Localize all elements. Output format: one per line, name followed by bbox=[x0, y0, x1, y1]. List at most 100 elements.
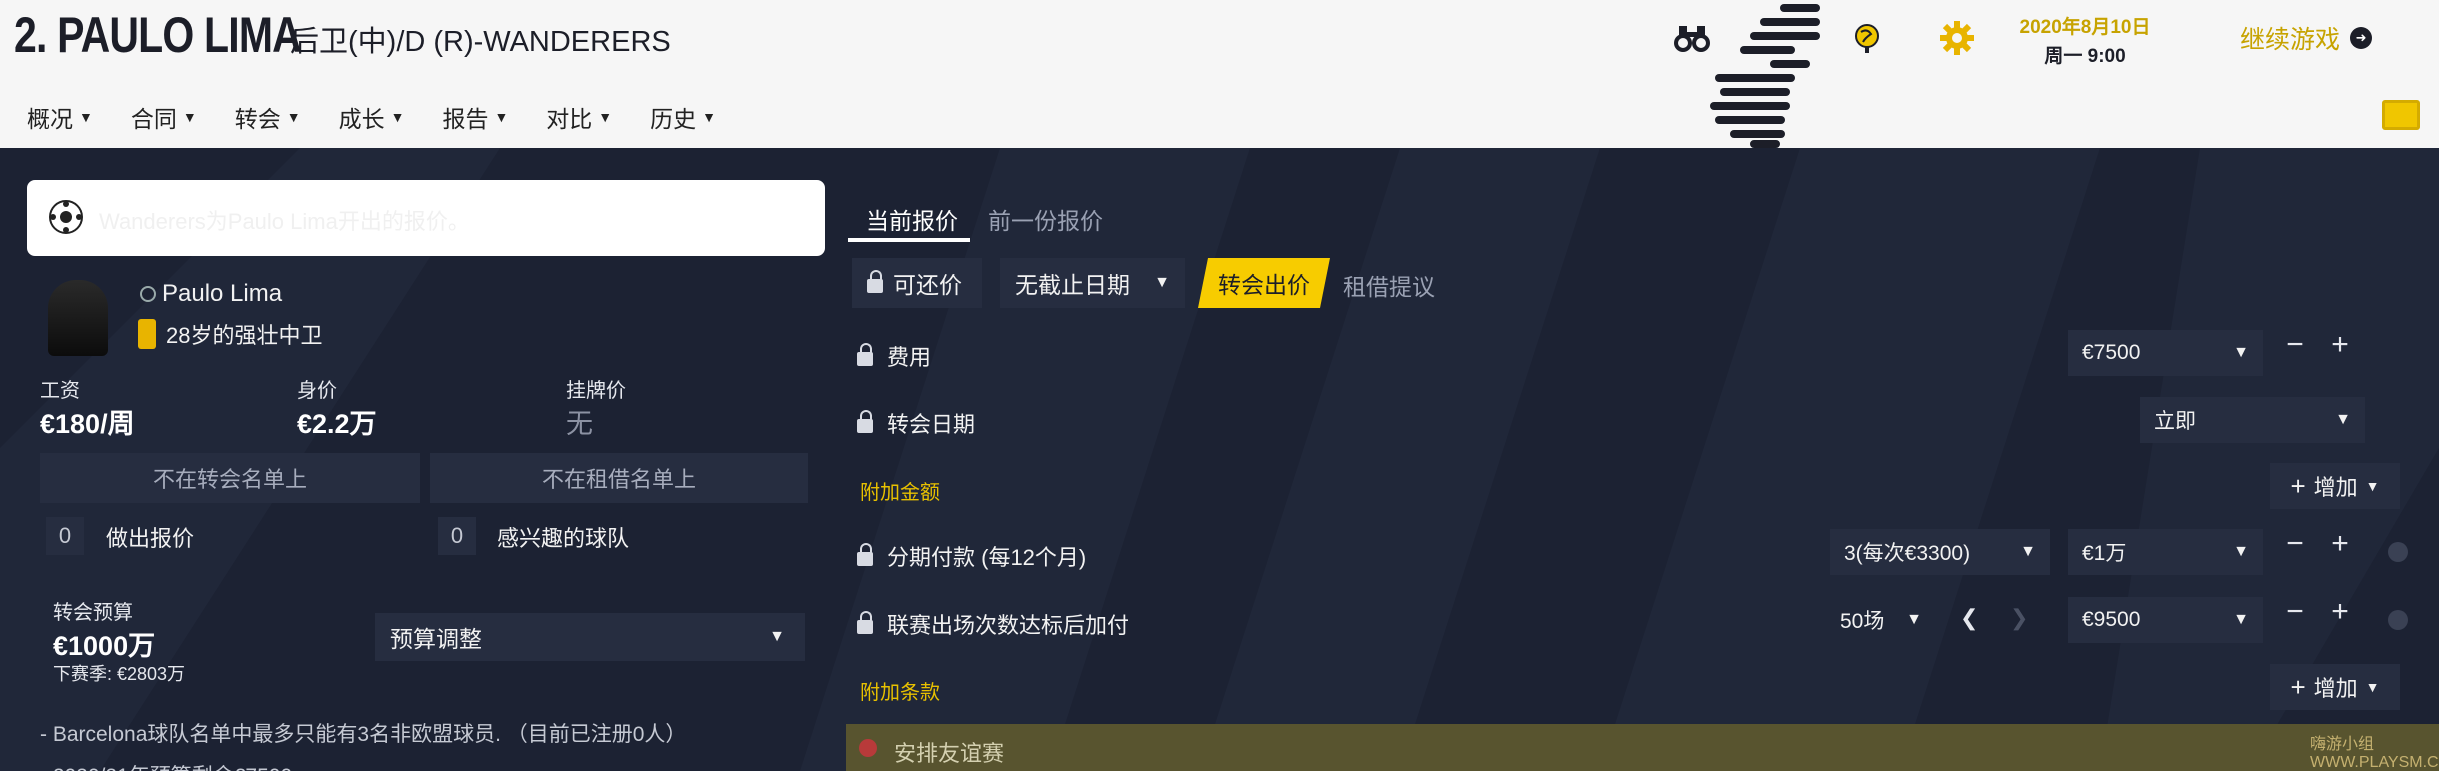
appearances-amount-dropdown[interactable]: €9500 ▼ bbox=[2068, 597, 2263, 643]
menu-label: 对比 bbox=[546, 106, 593, 132]
player-description-row: 28岁的强壮中卫 bbox=[138, 318, 322, 350]
budget-remaining-note: - 2020/21年预算剩余€7500 bbox=[40, 760, 292, 771]
chevron-down-icon: ▼ bbox=[702, 109, 717, 125]
chevron-down-icon: ▼ bbox=[2335, 411, 2351, 428]
add-money-section-label: 附加金额 bbox=[860, 482, 940, 504]
lock-icon bbox=[867, 270, 883, 293]
interested-count: 0 bbox=[438, 517, 476, 555]
chevron-down-icon: ▼ bbox=[2365, 478, 2380, 494]
page-subtitle: 后卫(中)/D (R)-WANDERERS bbox=[290, 26, 671, 58]
monitor-icon[interactable] bbox=[2382, 100, 2420, 130]
negotiable-toggle[interactable]: 可还价 bbox=[852, 258, 982, 308]
transfer-date-label: 转会日期 bbox=[887, 412, 976, 437]
deadline-dropdown[interactable]: 无截止日期 ▼ bbox=[1000, 258, 1185, 308]
tab-previous-offer[interactable]: 前一份报价 bbox=[988, 202, 1103, 236]
continue-game-button[interactable]: 继续游戏 ➜ bbox=[2240, 20, 2373, 56]
asking-price-label: 挂牌价 bbox=[566, 380, 626, 402]
tab-current-offer[interactable]: 当前报价 bbox=[866, 202, 958, 236]
appearances-amount-value: €9500 bbox=[2082, 608, 2141, 631]
binoculars-icon[interactable] bbox=[1672, 18, 1712, 58]
interested-label[interactable]: 感兴趣的球队 bbox=[497, 521, 629, 553]
installments-amount-value: €1万 bbox=[2082, 542, 2127, 565]
menu-transfer[interactable]: 转会 ▼ bbox=[235, 100, 301, 134]
appearances-minus-button[interactable]: − bbox=[2280, 595, 2310, 629]
chevron-right-icon[interactable]: ❯ bbox=[2010, 605, 2028, 631]
header-bar: 2. PAULO LIMA 后卫(中)/D (R)-WANDERERS 概况 ▼ … bbox=[0, 0, 2439, 148]
remove-clause-icon[interactable] bbox=[2388, 610, 2408, 630]
installments-amount-dropdown[interactable]: €1万 ▼ bbox=[2068, 529, 2263, 575]
installments-label: 分期付款 (每12个月) bbox=[887, 545, 1087, 570]
budget-adjust-label: 预算调整 bbox=[390, 626, 482, 652]
watermark: 嗨游小组 WWW.PLAYSM.CC bbox=[2310, 736, 2439, 771]
add-clauses-section-label: 附加条款 bbox=[860, 682, 940, 704]
menu-development[interactable]: 成长 ▼ bbox=[339, 100, 405, 134]
player-name-row: Paulo Lima bbox=[140, 280, 282, 308]
remove-clause-icon[interactable] bbox=[2388, 542, 2408, 562]
globe-icon[interactable] bbox=[1847, 18, 1887, 58]
value-label: 身价 bbox=[297, 380, 337, 402]
transfer-date-value: 立即 bbox=[2154, 410, 2196, 433]
installments-select-value: 3(每次€3300) bbox=[1844, 542, 1971, 565]
chevron-down-icon: ▼ bbox=[769, 628, 785, 645]
gear-icon[interactable] bbox=[1937, 18, 1977, 58]
chevron-left-icon[interactable]: ❮ bbox=[1960, 605, 1978, 631]
menu-label: 报告 bbox=[442, 106, 489, 132]
negotiable-label: 可还价 bbox=[893, 272, 962, 298]
fee-dropdown[interactable]: €7500 ▼ bbox=[2068, 330, 2263, 376]
installments-plus-button[interactable]: + bbox=[2325, 527, 2355, 561]
installments-dropdown[interactable]: 3(每次€3300) ▼ bbox=[1830, 529, 2050, 575]
loan-offer-button[interactable]: 租借提议 bbox=[1343, 268, 1435, 302]
transfer-date-row-label: 转会日期 bbox=[857, 407, 975, 439]
chevron-down-icon: ▼ bbox=[494, 109, 509, 125]
asking-price-value: 无 bbox=[566, 409, 593, 439]
offers-count: 0 bbox=[46, 517, 84, 555]
menu-reports[interactable]: 报告 ▼ bbox=[442, 100, 508, 134]
fee-value: €7500 bbox=[2082, 341, 2141, 364]
appearances-dropdown[interactable]: 50场 ▼ bbox=[1826, 597, 1936, 643]
deadline-label: 无截止日期 bbox=[1015, 272, 1130, 298]
lock-icon[interactable] bbox=[857, 410, 873, 433]
installments-minus-button[interactable]: − bbox=[2280, 527, 2310, 561]
add-money-button-label: 增加 bbox=[2313, 475, 2358, 500]
lock-icon[interactable] bbox=[857, 611, 873, 634]
tab-underline bbox=[848, 238, 970, 242]
appearances-plus-button[interactable]: + bbox=[2325, 595, 2355, 629]
top-menu: 概况 ▼ 合同 ▼ 转会 ▼ 成长 ▼ 报告 ▼ 对比 ▼ 历史 ▼ bbox=[27, 100, 754, 134]
friendly-match-label: 安排友谊赛 bbox=[894, 741, 1005, 766]
remove-icon[interactable] bbox=[859, 739, 877, 757]
fee-plus-button[interactable]: + bbox=[2325, 328, 2355, 362]
weekday-time-text: 周一 9:00 bbox=[2044, 46, 2126, 67]
lock-icon[interactable] bbox=[857, 343, 873, 366]
budget-adjust-dropdown[interactable]: 预算调整 ▼ bbox=[375, 613, 805, 661]
transfer-offer-button[interactable]: 转会出价 bbox=[1198, 258, 1330, 308]
offers-label[interactable]: 做出报价 bbox=[106, 521, 194, 553]
page-title: 2. PAULO LIMA bbox=[14, 7, 302, 63]
transfer-date-dropdown[interactable]: 立即 ▼ bbox=[2140, 397, 2365, 443]
appearances-row-label: 联赛出场次数达标后加付 bbox=[857, 608, 1129, 640]
plus-icon: + bbox=[2290, 470, 2306, 501]
menu-history[interactable]: 历史 ▼ bbox=[650, 100, 716, 134]
loan-list-status[interactable]: 不在租借名单上 bbox=[430, 453, 808, 503]
fee-minus-button[interactable]: − bbox=[2280, 328, 2310, 362]
menu-contract[interactable]: 合同 ▼ bbox=[131, 100, 197, 134]
add-clause-button[interactable]: + 增加 ▼ bbox=[2270, 664, 2400, 710]
friendly-match-row[interactable]: 安排友谊赛 bbox=[846, 724, 2439, 771]
add-clause-button-label: 增加 bbox=[2313, 676, 2358, 701]
club-badge-icon bbox=[49, 200, 83, 234]
budget-label: 转会预算 bbox=[53, 602, 133, 624]
fee-row-label: 费用 bbox=[857, 340, 931, 372]
transfer-list-status[interactable]: 不在转会名单上 bbox=[40, 453, 420, 503]
fee-label: 费用 bbox=[887, 345, 932, 370]
offer-notice: Wanderers为Paulo Lima开出的报价。 bbox=[27, 180, 825, 256]
player-description: 28岁的强壮中卫 bbox=[166, 323, 323, 348]
menu-compare[interactable]: 对比 ▼ bbox=[546, 100, 612, 134]
lock-icon[interactable] bbox=[857, 543, 873, 566]
date-text: 2020年8月10日 bbox=[2019, 17, 2151, 38]
notice-text: Wanderers为Paulo Lima开出的报价。 bbox=[99, 209, 470, 234]
add-money-button[interactable]: + 增加 ▼ bbox=[2270, 463, 2400, 509]
chevron-down-icon: ▼ bbox=[2233, 344, 2249, 361]
player-name[interactable]: Paulo Lima bbox=[162, 280, 282, 308]
menu-overview[interactable]: 概况 ▼ bbox=[27, 100, 93, 134]
budget-next-season: 下赛季: €2803万 bbox=[53, 664, 186, 684]
wage-label: 工资 bbox=[40, 380, 80, 402]
